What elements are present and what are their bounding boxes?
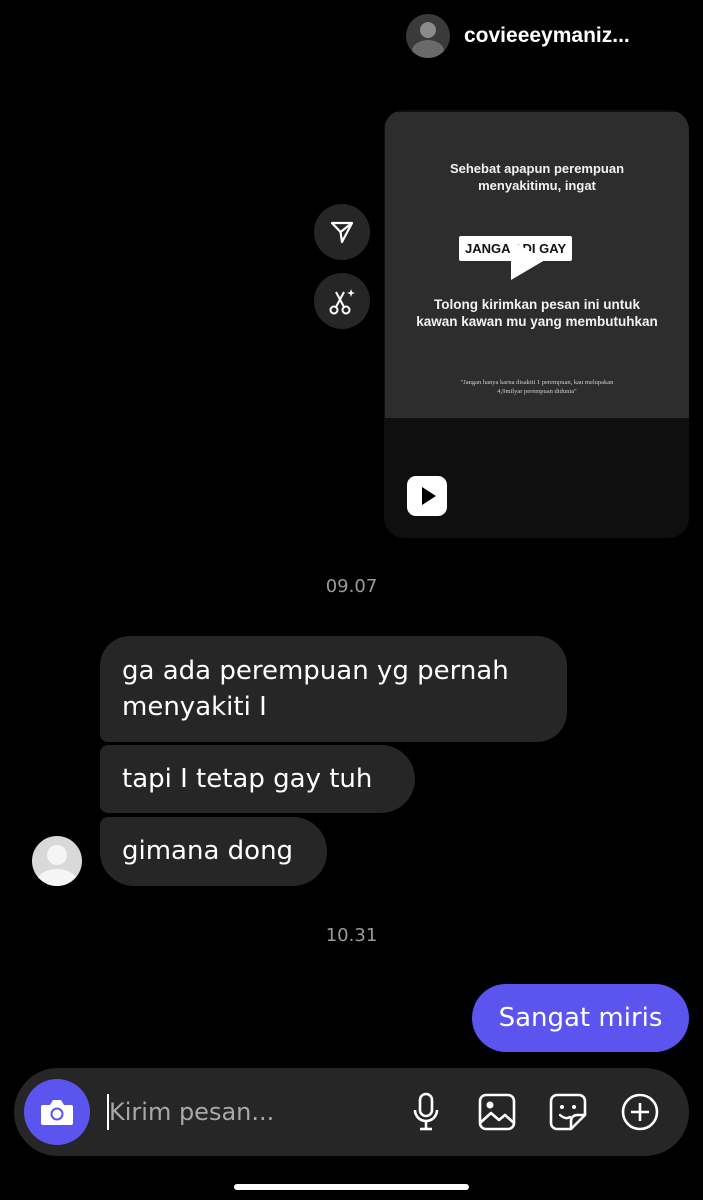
incoming-message[interactable]: ga ada perempuan yg pernah menyakiti I bbox=[100, 636, 567, 742]
camera-button[interactable] bbox=[24, 1079, 90, 1145]
shared-post-header[interactable]: covieeeymaniz... bbox=[406, 14, 630, 58]
microphone-button[interactable] bbox=[406, 1092, 446, 1132]
shared-reel-card[interactable]: Sehebat apapun perempuan menyakitimu, in… bbox=[384, 110, 689, 538]
reel-caption-top: Sehebat apapun perempuan menyakitimu, in… bbox=[449, 161, 625, 193]
reel-thumbnail[interactable]: Sehebat apapun perempuan menyakitimu, in… bbox=[385, 112, 689, 418]
more-button[interactable] bbox=[620, 1092, 660, 1132]
contact-avatar[interactable] bbox=[32, 836, 82, 886]
sticker-button[interactable] bbox=[548, 1092, 588, 1132]
message-input[interactable] bbox=[107, 1092, 309, 1132]
home-indicator[interactable] bbox=[234, 1184, 469, 1190]
ai-edit-button[interactable] bbox=[314, 273, 370, 329]
plus-icon bbox=[621, 1093, 659, 1131]
share-icon bbox=[330, 221, 354, 244]
message-timestamp: 09.07 bbox=[325, 576, 378, 597]
ai-edit-icon bbox=[329, 289, 355, 315]
message-composer bbox=[14, 1068, 689, 1156]
outgoing-message[interactable]: Sangat miris bbox=[472, 984, 689, 1052]
message-timestamp: 10.31 bbox=[325, 925, 378, 946]
reel-icon bbox=[407, 476, 447, 516]
incoming-message[interactable]: tapi I tetap gay tuh bbox=[100, 745, 415, 813]
camera-icon bbox=[41, 1100, 73, 1125]
sticker-icon bbox=[549, 1093, 587, 1131]
play-icon[interactable] bbox=[511, 240, 545, 280]
reel-caption-small: "Jangan hanya karna disakiti 1 perempuan… bbox=[460, 379, 614, 395]
gallery-button[interactable] bbox=[477, 1092, 517, 1132]
reel-caption-bottom: Tolong kirimkan pesan ini untuk kawan ka… bbox=[416, 297, 658, 329]
microphone-icon bbox=[413, 1092, 439, 1131]
share-button[interactable] bbox=[314, 204, 370, 260]
image-icon bbox=[478, 1093, 516, 1131]
incoming-message[interactable]: gimana dong bbox=[100, 817, 327, 886]
shared-post-username[interactable]: covieeeymaniz... bbox=[464, 24, 630, 48]
sender-avatar[interactable] bbox=[406, 14, 450, 58]
